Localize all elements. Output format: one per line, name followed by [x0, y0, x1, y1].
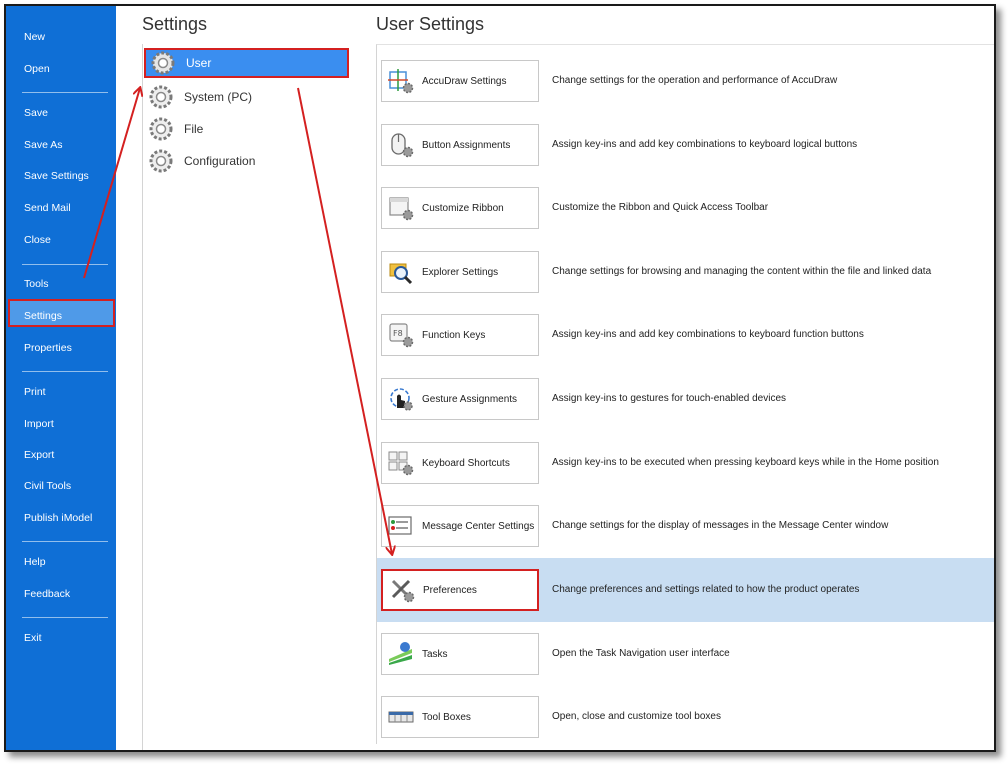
- gear-icon: [149, 117, 173, 141]
- settings-row-tasks: Tasks Open the Task Navigation user inte…: [377, 622, 994, 686]
- nav-item-publish-imodel[interactable]: Publish iModel: [24, 508, 92, 528]
- row-description: Change settings for browsing and managin…: [552, 266, 932, 277]
- row-description: Assign key-ins to be executed when press…: [552, 457, 939, 468]
- explorer-icon: [389, 263, 413, 285]
- toolbox-icon: [388, 711, 414, 723]
- row-description: Assign key-ins and add key combinations …: [552, 139, 858, 150]
- customize-ribbon-button[interactable]: Customize Ribbon: [381, 187, 539, 229]
- gear-icon: [151, 51, 175, 75]
- tools-icon: [391, 579, 415, 603]
- tile-label: AccuDraw Settings: [422, 75, 507, 87]
- tile-label: Message Center Settings: [422, 520, 535, 532]
- settings-row-function-keys: F8 Function Keys Assign key-ins and add …: [377, 303, 994, 367]
- user-settings-list: AccuDraw Settings Change settings for th…: [376, 44, 994, 744]
- nav-item-save-as[interactable]: Save As: [24, 135, 63, 155]
- tile-label: Explorer Settings: [422, 266, 499, 278]
- row-description: Assign key-ins to gestures for touch-ena…: [552, 393, 787, 404]
- nav-item-send-mail[interactable]: Send Mail: [24, 198, 71, 218]
- nav-item-export[interactable]: Export: [24, 445, 54, 465]
- nav-item-new[interactable]: New: [24, 27, 45, 47]
- function-keys-button[interactable]: F8 Function Keys: [381, 314, 539, 356]
- tile-label: Keyboard Shortcuts: [422, 457, 510, 469]
- tile-label: Tasks: [422, 648, 448, 660]
- nav-separator: [22, 92, 108, 93]
- mouse-icon: [391, 133, 414, 158]
- nav-item-help[interactable]: Help: [24, 552, 46, 572]
- ribbon-icon: [389, 197, 414, 221]
- settings-row-customize-ribbon: Customize Ribbon Customize the Ribbon an…: [377, 176, 994, 240]
- settings-row-keyboard-shortcuts: Keyboard Shortcuts Assign key-ins to be …: [377, 431, 994, 495]
- explorer-settings-button[interactable]: Explorer Settings: [381, 251, 539, 293]
- category-label: Configuration: [184, 154, 256, 168]
- gear-icon: [149, 85, 173, 109]
- tile-label: Button Assignments: [422, 139, 511, 151]
- nav-item-settings[interactable]: Settings: [24, 306, 62, 326]
- settings-row-explorer-settings: Explorer Settings Change settings for br…: [377, 240, 994, 304]
- row-description: Assign key-ins and add key combinations …: [552, 329, 864, 340]
- settings-row-message-center: Message Center Settings Change settings …: [377, 494, 994, 558]
- category-label: System (PC): [184, 90, 253, 104]
- row-description: Change settings for the operation and pe…: [552, 75, 838, 86]
- row-description: Change preferences and settings related …: [552, 584, 860, 595]
- nav-item-feedback[interactable]: Feedback: [24, 584, 70, 604]
- row-description: Customize the Ribbon and Quick Access To…: [552, 202, 769, 213]
- tool-boxes-button[interactable]: Tool Boxes: [381, 696, 539, 738]
- settings-row-preferences: Preferences Change preferences and setti…: [377, 558, 994, 622]
- preferences-button[interactable]: Preferences: [381, 569, 539, 611]
- user-settings-heading: User Settings: [376, 14, 485, 34]
- row-description: Change settings for the display of messa…: [552, 520, 889, 531]
- settings-row-button-assignments: Button Assignments Assign key-ins and ad…: [377, 113, 994, 177]
- tile-label: Function Keys: [422, 329, 486, 341]
- nav-item-open[interactable]: Open: [24, 59, 50, 79]
- settings-row-tool-boxes: Tool Boxes Open, close and customize too…: [377, 685, 994, 749]
- nav-item-close[interactable]: Close: [24, 230, 51, 250]
- keyboard-shortcuts-button[interactable]: Keyboard Shortcuts: [381, 442, 539, 484]
- accudraw-icon: [388, 69, 414, 94]
- gesture-assignments-button[interactable]: Gesture Assignments: [381, 378, 539, 420]
- tasks-button[interactable]: Tasks: [381, 633, 539, 675]
- row-description: Open the Task Navigation user interface: [552, 648, 730, 659]
- gesture-icon: [390, 388, 413, 411]
- tile-label: Gesture Assignments: [422, 393, 518, 405]
- tile-label: Customize Ribbon: [422, 202, 504, 214]
- tile-label: Tool Boxes: [422, 711, 471, 723]
- settings-heading: Settings: [142, 14, 208, 34]
- button-assignments-button[interactable]: Button Assignments: [381, 124, 539, 166]
- function-key-icon: F8: [389, 323, 414, 348]
- keyboard-icon: [388, 451, 414, 476]
- category-label: User: [186, 56, 212, 70]
- nav-separator: [22, 541, 108, 542]
- tasks-icon: [389, 642, 412, 665]
- tile-label: Preferences: [423, 584, 477, 596]
- nav-separator: [22, 264, 108, 265]
- gear-icon: [149, 149, 173, 173]
- settings-row-accudraw: AccuDraw Settings Change settings for th…: [377, 49, 994, 113]
- category-configuration[interactable]: Configuration: [144, 146, 349, 176]
- category-system-pc[interactable]: System (PC): [144, 82, 349, 112]
- nav-item-import[interactable]: Import: [24, 414, 54, 434]
- row-description: Open, close and customize tool boxes: [552, 711, 721, 722]
- nav-item-save-settings[interactable]: Save Settings: [24, 166, 89, 186]
- message-center-settings-button[interactable]: Message Center Settings: [381, 505, 539, 547]
- nav-item-print[interactable]: Print: [24, 382, 46, 402]
- backstage-window: New Open Save Save As Save Settings Send…: [4, 4, 996, 752]
- accudraw-settings-button[interactable]: AccuDraw Settings: [381, 60, 539, 102]
- backstage-nav: New Open Save Save As Save Settings Send…: [6, 6, 116, 750]
- nav-separator: [22, 617, 108, 618]
- nav-item-properties[interactable]: Properties: [24, 338, 72, 358]
- nav-item-tools[interactable]: Tools: [24, 274, 49, 294]
- svg-text:F8: F8: [393, 329, 403, 338]
- nav-item-exit[interactable]: Exit: [24, 628, 42, 648]
- nav-item-civil-tools[interactable]: Civil Tools: [24, 476, 71, 496]
- nav-separator: [22, 371, 108, 372]
- settings-category-list: User System (PC) File Configuration: [142, 44, 349, 750]
- settings-row-gesture-assignments: Gesture Assignments Assign key-ins to ge…: [377, 367, 994, 431]
- category-label: File: [184, 122, 204, 136]
- category-user[interactable]: User: [144, 48, 349, 78]
- message-center-icon: [388, 516, 412, 535]
- nav-item-save[interactable]: Save: [24, 103, 48, 123]
- category-file[interactable]: File: [144, 114, 349, 144]
